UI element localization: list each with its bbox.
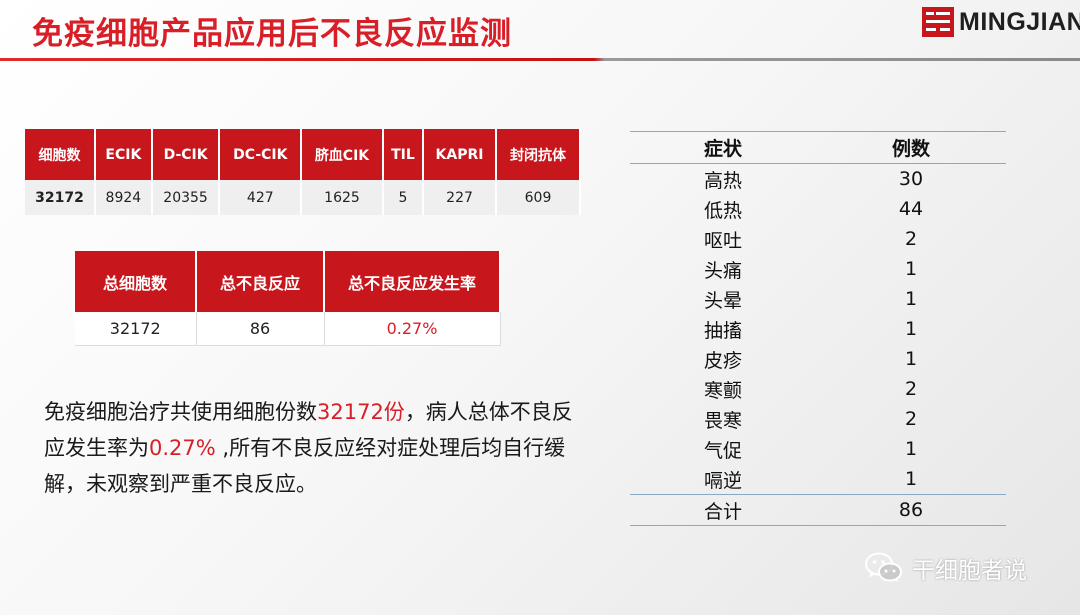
table-row: 嗝逆 1 — [630, 464, 1006, 495]
header-cell: TIL — [382, 129, 425, 180]
wechat-icon — [865, 552, 902, 583]
summary-paragraph: 免疫细胞治疗共使用细胞份数32172份，病人总体不良反应发生率为0.27% ,所… — [44, 394, 584, 502]
symptom-name: 头痛 — [703, 259, 742, 282]
header-cell: 脐血CIK — [301, 129, 384, 180]
symptom-count: 44 — [898, 198, 924, 220]
symptom-count: 1 — [904, 258, 918, 280]
table-row: 皮疹 1 — [630, 344, 1006, 374]
table-row: 寒颤 2 — [630, 374, 1006, 404]
summary-table: 总细胞数 总不良反应 总不良反应发生率 32172 86 0.27% — [75, 251, 501, 346]
header-cell: 总细胞数 — [75, 251, 197, 312]
table-row: 头晕 1 — [630, 284, 1006, 314]
logo-text: MINGJIAN — [959, 7, 1080, 36]
table-cell: 8924 — [95, 180, 153, 215]
table-header-row: 总细胞数 总不良反应 总不良反应发生率 — [75, 251, 501, 312]
symptom-table: 症状 例数 高热 30 低热 44 呕吐 2 头痛 1 头晕 1 抽搐 1 皮疹 1 寒颤 2 … — [630, 131, 1006, 526]
header-cell: 封闭抗体 — [496, 129, 581, 180]
symptom-name: 嗝逆 — [703, 469, 742, 492]
table-header-row: 细胞数 ECIK D-CIK DC-CIK 脐血CIK TIL KAPRI 封闭… — [25, 129, 581, 180]
table-row: 高热 30 — [630, 164, 1006, 195]
symptom-name: 头晕 — [703, 289, 742, 312]
symptom-name: 寒颤 — [703, 379, 742, 402]
total-label: 合计 — [630, 494, 816, 526]
symptom-name: 高热 — [703, 169, 742, 192]
table-cell: 227 — [423, 180, 498, 215]
watermark: 干细胞者说 — [864, 551, 1027, 585]
header-cell: KAPRI — [423, 129, 498, 180]
symptom-name: 抽搐 — [703, 319, 742, 342]
header-cell: D-CIK — [151, 129, 221, 180]
cell-type-table: 细胞数 ECIK D-CIK DC-CIK 脐血CIK TIL KAPRI 封闭… — [25, 129, 581, 215]
table-cell: 0.27% — [324, 312, 501, 346]
header-cell: ECIK — [95, 129, 153, 180]
symptom-name: 气促 — [703, 439, 742, 462]
symptom-count: 1 — [904, 438, 918, 460]
table-cell: 86 — [196, 312, 325, 346]
table-row: 头痛 1 — [630, 254, 1006, 284]
symptom-count: 1 — [904, 468, 918, 490]
total-row: 合计 86 — [630, 494, 1006, 526]
symptom-name: 呕吐 — [703, 229, 742, 252]
table-cell: 609 — [496, 180, 581, 215]
symptom-count: 1 — [904, 288, 918, 310]
table-cell: 32172 — [75, 312, 197, 346]
header-cell: 总不良反应发生率 — [324, 251, 501, 312]
watermark-text: 干细胞者说 — [912, 558, 1027, 584]
table-cell: 20355 — [151, 180, 221, 215]
brand-logo: MINGJIAN — [922, 6, 1080, 38]
table-row: 32172 8924 20355 427 1625 5 227 609 — [25, 180, 581, 215]
symptom-count: 1 — [904, 348, 918, 370]
table-row: 32172 86 0.27% — [75, 312, 501, 346]
paragraph-text: 免疫细胞治疗共使用细胞份数 — [44, 400, 317, 424]
table-cell: 32172 — [25, 180, 96, 215]
table-cell: 1625 — [301, 180, 384, 215]
symptom-count: 1 — [904, 318, 918, 340]
header-cell: 总不良反应 — [196, 251, 325, 312]
table-cell: 427 — [219, 180, 303, 215]
symptom-name: 畏寒 — [703, 409, 742, 432]
table-row: 低热 44 — [630, 194, 1006, 224]
title-underline — [0, 58, 1080, 61]
symptom-count: 2 — [904, 228, 918, 250]
header-cell: 细胞数 — [25, 129, 96, 180]
table-header-row: 症状 例数 — [630, 131, 1006, 164]
header-cell: 例数 — [816, 131, 1006, 164]
table-row: 抽搐 1 — [630, 314, 1006, 344]
paragraph-highlight: 32172份 — [317, 400, 405, 424]
table-row: 呕吐 2 — [630, 224, 1006, 254]
table-cell: 5 — [382, 180, 425, 215]
symptom-name: 皮疹 — [703, 349, 742, 372]
logo-mark-icon — [922, 7, 954, 37]
paragraph-highlight: 0.27% — [149, 436, 216, 460]
page-title: 免疫细胞产品应用后不良反应监测 — [32, 16, 512, 52]
symptom-count: 2 — [904, 408, 918, 430]
symptom-name: 低热 — [703, 199, 742, 222]
symptom-count: 2 — [904, 378, 918, 400]
symptom-count: 30 — [898, 168, 924, 190]
table-row: 气促 1 — [630, 434, 1006, 464]
table-row: 畏寒 2 — [630, 404, 1006, 434]
header-cell: 症状 — [630, 131, 816, 164]
header-cell: DC-CIK — [219, 129, 303, 180]
total-value: 86 — [816, 494, 1006, 526]
